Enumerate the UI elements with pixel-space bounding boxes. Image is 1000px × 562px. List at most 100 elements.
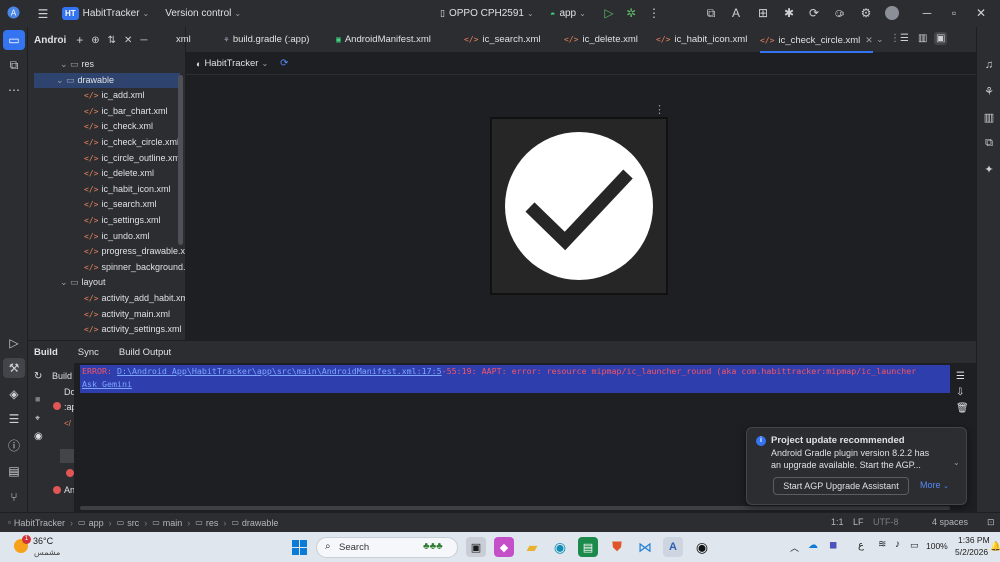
run-icon[interactable]: ▷ xyxy=(598,6,620,20)
debug-icon[interactable]: ✲ xyxy=(620,6,642,20)
search-icon[interactable]: ⌕ xyxy=(831,6,853,21)
tree-file[interactable]: </> ic_add.xml xyxy=(34,88,180,103)
error-file-link[interactable]: D:\Android App\HabitTracker\app\src\main… xyxy=(117,366,442,376)
preview-more-icon[interactable]: ⋮ xyxy=(654,103,665,116)
vscode-icon[interactable]: ⋈ xyxy=(635,537,655,557)
copilot-icon[interactable]: ◆ xyxy=(494,537,514,557)
clock-time[interactable]: 1:36 PM xyxy=(958,535,990,545)
breadcrumb-item[interactable]: src xyxy=(127,518,139,528)
line-ending[interactable]: LF xyxy=(853,517,864,527)
file-explorer-icon[interactable]: ▰ xyxy=(522,537,542,557)
tree-file[interactable]: </> ic_search.xml xyxy=(34,197,180,212)
tab-more-icon[interactable]: ⋮ xyxy=(890,33,900,44)
android-studio-taskbar-icon[interactable]: A xyxy=(663,537,683,557)
build-tree-item[interactable]: :ap xyxy=(64,402,74,412)
project-view-folder-icon[interactable]: ▭ xyxy=(3,30,25,50)
settings-gear-icon[interactable]: ⚙ xyxy=(855,6,877,20)
editor-tab[interactable]: ⚘ build.gradle (:app) xyxy=(224,27,309,53)
restore-icon[interactable]: ▫ xyxy=(943,6,965,20)
add-icon[interactable]: + xyxy=(76,33,83,47)
caret-position[interactable]: 1:1 xyxy=(831,517,844,527)
build-tree-selected-row[interactable] xyxy=(60,449,74,463)
device-file-icon[interactable]: ▥ xyxy=(979,107,999,127)
running-devices-icon[interactable]: ⧉ xyxy=(979,133,999,153)
onedrive-icon[interactable]: ☁ xyxy=(808,540,818,551)
gradle-icon[interactable]: ⚘ xyxy=(979,81,999,101)
editor-tab[interactable]: </> ic_check_circle.xml ✕ xyxy=(760,27,873,53)
clear-console-icon[interactable]: 🗑 xyxy=(956,403,969,414)
brave-icon[interactable]: ⛊ xyxy=(607,537,627,557)
ask-gemini-link[interactable]: Ask Gemini xyxy=(82,379,132,389)
gradle-sync-icon[interactable]: ⟳ xyxy=(803,6,825,20)
problems-icon[interactable]: ⓘ xyxy=(3,435,25,455)
main-menu-icon[interactable]: ☰ xyxy=(32,7,54,21)
more-actions-icon[interactable]: ⋮ xyxy=(643,6,665,20)
user-avatar[interactable] xyxy=(885,6,899,20)
hidden-icons-chevron-icon[interactable]: ︿ xyxy=(790,541,799,554)
chevron-down-icon[interactable]: ⌄ xyxy=(60,57,70,72)
tree-file[interactable]: </> ic_check.xml xyxy=(34,119,180,134)
breadcrumb-item[interactable]: main xyxy=(163,518,183,528)
code-view-icon[interactable]: ☰ xyxy=(900,33,909,44)
chevron-down-icon[interactable]: ⌄ xyxy=(60,275,70,290)
tree-file[interactable]: </> ic_circle_outline.xml xyxy=(34,151,182,166)
tree-file[interactable]: </> progress_drawable.xr xyxy=(34,244,185,259)
windows-start-icon[interactable] xyxy=(289,537,309,557)
plugin-icon[interactable]: ✱ xyxy=(778,6,800,20)
tree-folder[interactable]: ⌄ ▭ layout xyxy=(34,275,180,290)
tree-file[interactable]: </> ic_delete.xml xyxy=(34,166,180,181)
gemini-icon[interactable]: ✦ xyxy=(979,159,999,179)
design-view-icon[interactable]: ▣ xyxy=(934,32,948,45)
refresh-preview-icon[interactable]: ⟳ xyxy=(280,58,288,69)
breadcrumb-item[interactable]: drawable xyxy=(242,518,279,528)
scroll-to-end-icon[interactable]: ⇩ xyxy=(956,387,964,398)
project-panel-title[interactable]: Androi xyxy=(34,35,66,46)
notifications-bell-icon[interactable]: ♫ xyxy=(979,55,999,75)
stop-build-icon[interactable]: ■ xyxy=(35,394,40,404)
tab-sync[interactable]: Sync xyxy=(78,347,99,358)
tree-file[interactable]: </> ic_bar_chart.xml xyxy=(34,104,180,119)
terminal-icon[interactable]: ▤ xyxy=(3,461,25,481)
build-tree-item[interactable]: An xyxy=(64,485,74,495)
app-quality-icon[interactable]: ◈ xyxy=(3,384,25,404)
taskbar-search-box[interactable]: ⌕ Search ♣♣♣ xyxy=(316,537,458,558)
project-scrollbar[interactable] xyxy=(178,75,183,245)
run-tool-icon[interactable]: ▷ xyxy=(3,333,25,353)
lock-icon[interactable]: ⊡ xyxy=(987,517,995,528)
logcat-icon[interactable]: ☰ xyxy=(3,409,25,429)
tree-file[interactable]: </> activity_main.xml xyxy=(34,307,180,322)
tree-folder[interactable]: ⌄ ▭ res xyxy=(34,57,180,72)
expand-chevron-icon[interactable]: ⌄ xyxy=(953,458,960,467)
structure-icon[interactable]: ⧉ xyxy=(3,55,25,75)
tree-file[interactable]: </> ic_habit_icon.xml xyxy=(34,182,180,197)
input-language[interactable]: ع xyxy=(858,540,864,551)
edge-icon[interactable]: ◉ xyxy=(550,537,570,557)
notification-center-icon[interactable]: 🔔 xyxy=(990,541,1000,552)
more-tools-icon[interactable]: ⋯ xyxy=(3,80,25,100)
tree-folder[interactable]: ⌄ ▭ drawable xyxy=(34,72,180,88)
minimize-icon[interactable]: ─ xyxy=(916,6,938,20)
eye-icon[interactable]: ◉ xyxy=(34,431,43,442)
soft-wrap-icon[interactable]: ☰ xyxy=(956,371,965,382)
battery-icon[interactable]: ▭ xyxy=(910,540,919,551)
tab-build[interactable]: Build xyxy=(34,347,58,358)
project-selector[interactable]: HT HabitTracker ⌄ xyxy=(62,7,149,20)
tree-file[interactable]: </> spinner_background.: xyxy=(34,260,185,275)
tree-file[interactable]: </> ic_settings.xml xyxy=(34,213,180,228)
version-control-menu[interactable]: Version control ⌄ xyxy=(165,8,241,19)
close-icon[interactable]: ✕ xyxy=(970,6,992,20)
chevron-down-icon[interactable]: ⌄ xyxy=(56,73,66,88)
weather-widget[interactable]: 1 36°C مشمس xyxy=(10,535,70,559)
minimize-panel-icon[interactable]: ─ xyxy=(140,35,147,46)
editor-tab[interactable]: </> ic_habit_icon.xml xyxy=(656,27,747,53)
indent-setting[interactable]: 4 spaces xyxy=(932,517,968,527)
run-config-selector[interactable]: ◓ app ⌄ xyxy=(550,8,586,19)
task-view-icon[interactable]: ▣ xyxy=(466,537,486,557)
device-selector[interactable]: ▯ OPPO CPH2591 ⌄ xyxy=(440,8,534,19)
editor-tab[interactable]: ▣ AndroidManifest.xml xyxy=(336,27,431,53)
tree-file[interactable]: </> activity_settings.xml xyxy=(34,322,181,337)
tabs-dropdown-chevron-icon[interactable]: ⌄ xyxy=(876,34,884,45)
close-panel-icon[interactable]: ✕ xyxy=(124,35,132,46)
store-icon[interactable]: ▤ xyxy=(578,537,598,557)
restart-build-icon[interactable]: ↻ xyxy=(34,371,42,382)
